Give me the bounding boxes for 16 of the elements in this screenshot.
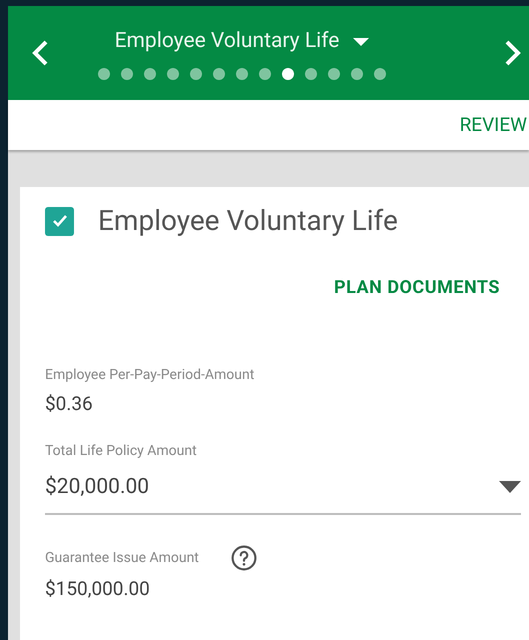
- plan-selector[interactable]: Employee Voluntary Life: [114, 26, 370, 58]
- amount-dropdown[interactable]: $20,000.00: [45, 472, 521, 515]
- plan-documents-link[interactable]: PLAN DOCUMENTS: [334, 274, 500, 301]
- enroll-checkbox[interactable]: [45, 206, 74, 236]
- field-label: Employee Per-Pay-Period-Amount: [45, 366, 254, 385]
- next-icon[interactable]: [503, 39, 523, 67]
- field-label: Total Life Policy Amount: [45, 442, 197, 460]
- field-label: Guarantee Issue Amount: [45, 548, 199, 568]
- field-value: $150,000.00: [45, 576, 151, 602]
- review-button[interactable]: REVIEW: [460, 110, 527, 140]
- previous-icon[interactable]: [30, 39, 50, 67]
- caret-icon: [353, 38, 370, 46]
- dropdown-caret-icon: [499, 481, 521, 494]
- field-value: $0.36: [45, 391, 94, 417]
- card-title: Employee Voluntary Life: [98, 203, 398, 239]
- help-icon[interactable]: [230, 545, 257, 571]
